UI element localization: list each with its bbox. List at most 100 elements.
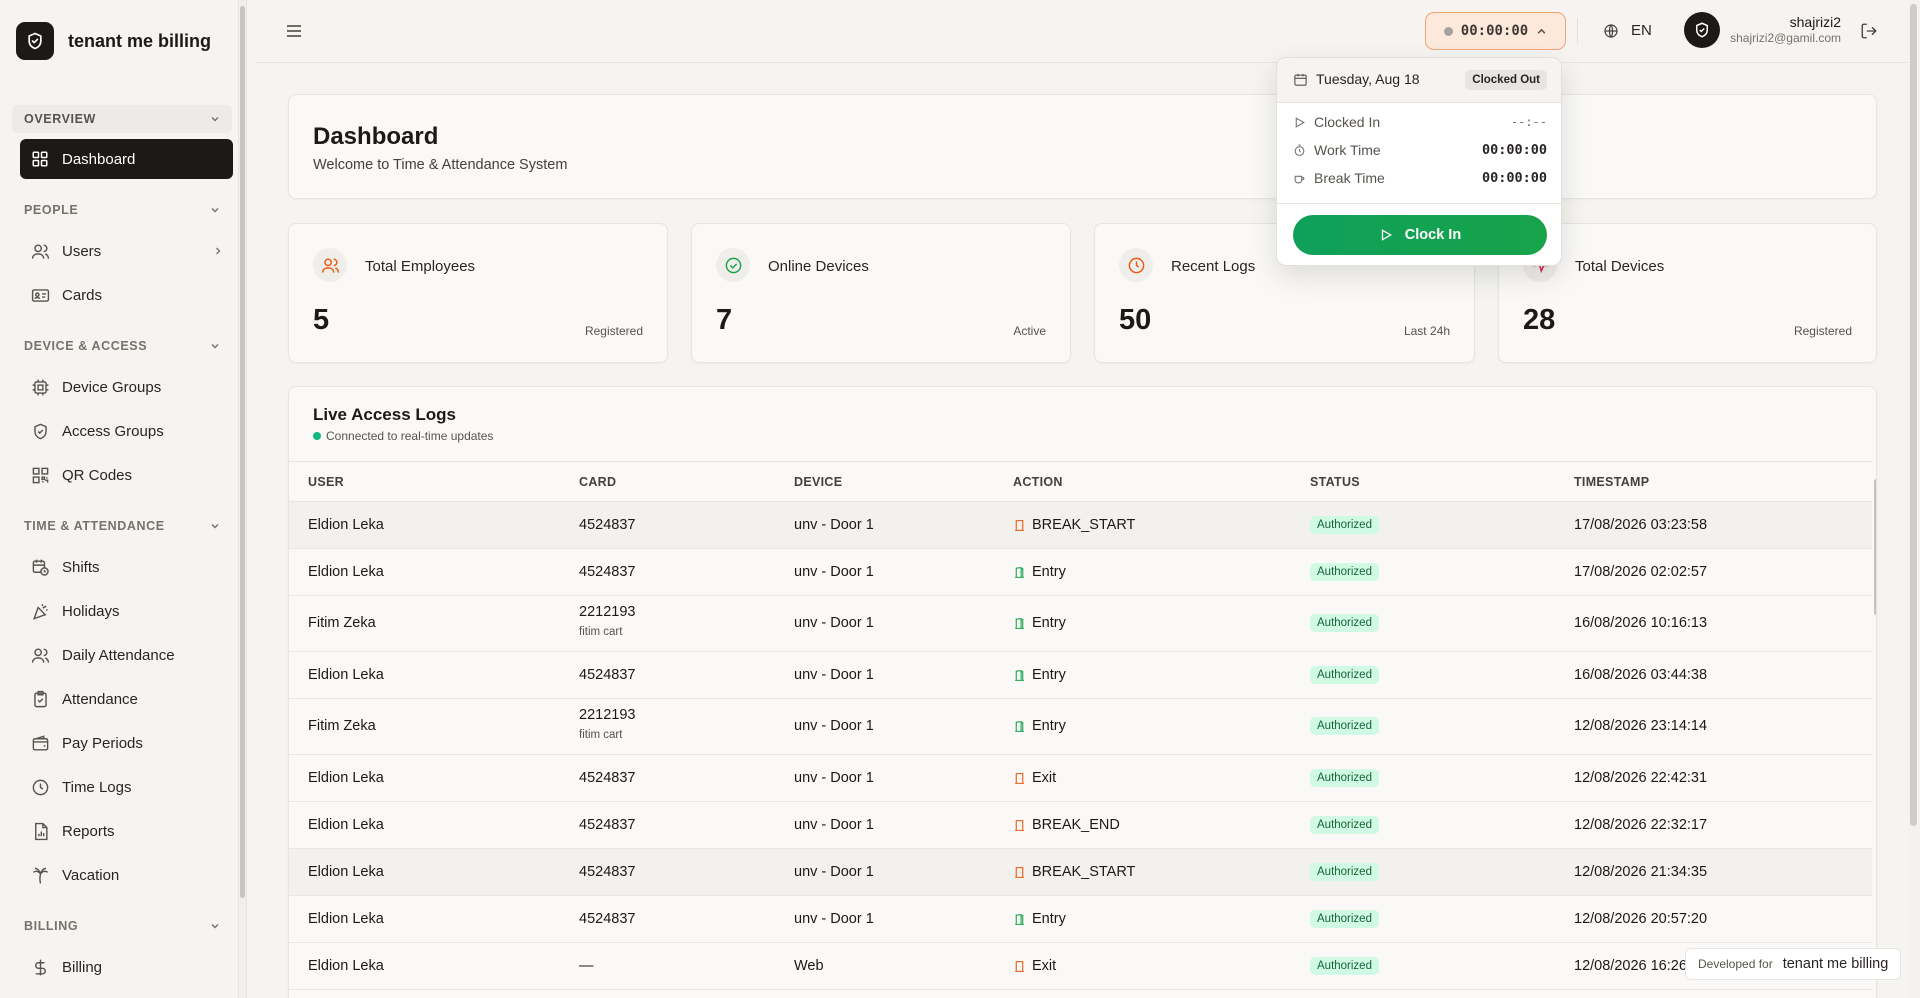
work-time-value: 00:00:00 (1481, 142, 1547, 158)
sidebar-item-holidays[interactable]: Holidays (20, 591, 233, 631)
break-time-label: Break Time (1314, 170, 1385, 186)
sidebar-item-vacation[interactable]: Vacation (20, 855, 233, 895)
timer-value: 00:00:00 (1460, 23, 1529, 39)
cell-card: 4524837 (579, 817, 635, 833)
page-scrollbar[interactable] (1908, 0, 1920, 998)
chevron-down-icon (211, 344, 219, 349)
cell-action: BREAK_END (1013, 817, 1120, 833)
column-header-timestamp[interactable]: TIMESTAMP (1574, 475, 1649, 489)
table-scrollbar[interactable] (1872, 461, 1876, 985)
action-label: Entry (1032, 911, 1066, 927)
sidebar-item-billing[interactable]: Billing (20, 947, 233, 987)
sidebar-scroll-thumb[interactable] (240, 6, 245, 898)
cell-timestamp: 12/08/2026 23:14:14 (1574, 718, 1708, 734)
sidebar-item-label: Access Groups (62, 422, 164, 440)
cell-user: Eldion Leka (308, 958, 384, 974)
group-billing[interactable]: BILLING (12, 912, 232, 940)
live-dot-icon (313, 432, 321, 440)
table-row[interactable]: Eldion Leka 4524837 unv - Door 1 Entry Autho… (289, 549, 1872, 596)
user-info[interactable]: shajrizi2 shajrizi2@gamil.com (1729, 14, 1841, 45)
sidebar-item-cards[interactable]: Cards (20, 275, 233, 315)
chevron-down-icon (211, 924, 219, 929)
stat-label: Total Devices (1575, 258, 1665, 275)
sidebar-item-qr-codes[interactable]: QR Codes (20, 455, 233, 495)
grid-icon (30, 149, 50, 169)
status-badge: Authorized (1310, 910, 1379, 928)
sidebar-item-label: Users (62, 242, 102, 260)
sidebar-item-access-groups[interactable]: Access Groups (20, 411, 233, 451)
language-label: EN (1631, 22, 1652, 39)
table-row[interactable]: Eldion Leka 4524837 unv - Door 1 Entry Autho… (289, 652, 1872, 699)
cell-user: Eldion Leka (308, 770, 384, 786)
table-row[interactable]: Fitim Zeka 2212193 fitim cart unv - Door 1 E… (289, 596, 1872, 652)
sidebar-item-daily-attendance[interactable]: Daily Attendance (20, 635, 233, 675)
cell-action: Entry (1013, 718, 1066, 734)
menu-icon[interactable] (285, 22, 303, 40)
avatar[interactable] (1684, 12, 1720, 48)
status-badge: Authorized (1310, 957, 1379, 975)
work-time-label: Work Time (1314, 142, 1381, 158)
sidebar-item-label: Reports (62, 822, 115, 840)
sidebar-item-attendance[interactable]: Attendance (20, 679, 233, 719)
group-time-attendance[interactable]: TIME & ATTENDANCE (12, 512, 232, 540)
clocked-in-label: Clocked In (1314, 114, 1381, 130)
connection-status-text: Connected to real-time updates (326, 429, 494, 443)
cell-action: BREAK_START (1013, 864, 1135, 880)
table-row[interactable]: Eldion Leka 4524837 unv - Door 1 BREAK_STAR… (289, 502, 1872, 549)
sidebar-item-label: Billing (62, 958, 103, 976)
brand[interactable]: tenant me billing (16, 22, 211, 60)
group-people[interactable]: PEOPLE (12, 196, 232, 224)
user-name: shajrizi2 (1789, 14, 1841, 30)
sidebar-item-users[interactable]: Users (20, 231, 233, 271)
sidebar-item-label: Shifts (62, 558, 100, 576)
table-scroll-thumb[interactable] (1874, 479, 1876, 615)
card-number: 4524837 (579, 770, 636, 786)
column-header-status[interactable]: STATUS (1310, 475, 1360, 489)
column-header-user[interactable]: USER (308, 475, 344, 489)
dashboard-header-card: Dashboard Welcome to Time & Attendance S… (288, 94, 1877, 199)
sidebar-item-shifts[interactable]: Shifts (20, 547, 233, 587)
palm-tree-icon (30, 865, 50, 885)
table-row[interactable]: Eldion Leka — Web Exit Authorized 12/08/2026 … (289, 943, 1872, 990)
page-scroll-thumb[interactable] (1910, 4, 1917, 826)
stat-note: Last 24h (1403, 324, 1450, 338)
chevron-down-icon (211, 208, 219, 213)
sidebar-item-time-logs[interactable]: Time Logs (20, 767, 233, 807)
sidebar-item-pay-periods[interactable]: Pay Periods (20, 723, 233, 763)
column-header-action[interactable]: ACTION (1013, 475, 1063, 489)
action-label: Exit (1032, 958, 1057, 974)
shield-icon (1696, 22, 1708, 38)
column-header-card[interactable]: CARD (579, 475, 616, 489)
clock-in-button[interactable]: Clock In (1293, 215, 1547, 255)
cell-action: Entry (1013, 911, 1066, 927)
card-number: 4524837 (579, 564, 636, 580)
door-closed-icon (1013, 819, 1026, 832)
cell-device: unv - Door 1 (794, 615, 874, 631)
table-row[interactable]: Eldion Leka 4524837 unv - Door 1 Exit Author… (289, 755, 1872, 802)
status-badge: Authorized (1310, 666, 1379, 684)
table-row[interactable]: Eldion Leka 4524837 unv - Door 1 Entry Autho… (289, 896, 1872, 943)
sidebar-item-device-groups[interactable]: Device Groups (20, 367, 233, 407)
table-row[interactable]: Eldion Leka 4524837 unv - Door 1 BREAK_STAR… (289, 849, 1872, 896)
sidebar-item-label: Vacation (62, 866, 120, 884)
cell-user: Fitim Zeka (308, 615, 376, 631)
section-title: Live Access Logs (313, 405, 456, 424)
table-row[interactable]: Eldion Leka 4524837 unv - Door 1 BREAK_END A… (289, 802, 1872, 849)
cell-timestamp: 12/08/2026 20:57:20 (1574, 911, 1708, 927)
sidebar-item-dashboard[interactable]: Dashboard (20, 139, 233, 179)
clipboard-check-icon (30, 689, 50, 709)
column-header-device[interactable]: DEVICE (794, 475, 842, 489)
status-badge: Authorized (1310, 563, 1379, 581)
sidebar-item-reports[interactable]: Reports (20, 811, 233, 851)
logout-icon[interactable] (1860, 22, 1878, 40)
cell-timestamp: 16/08/2026 10:16:13 (1574, 615, 1708, 631)
sidebar-scrollbar[interactable] (238, 0, 246, 998)
group-overview[interactable]: OVERVIEW (12, 105, 232, 133)
clock-timer-button[interactable]: 00:00:00 (1425, 12, 1566, 50)
table-row[interactable]: Fitim Zeka 2212193 fitim cart unv - Door 1 E… (289, 699, 1872, 755)
clock-icon (30, 777, 50, 797)
dollar-icon (30, 957, 50, 977)
group-device-access[interactable]: DEVICE & ACCESS (12, 332, 232, 360)
language-switcher[interactable]: EN (1603, 22, 1652, 39)
status-dot-icon (1443, 26, 1453, 36)
